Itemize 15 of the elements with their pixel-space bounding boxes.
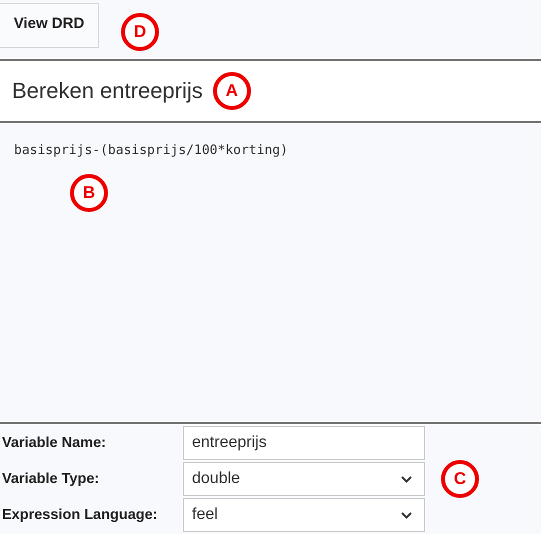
expression-text: basisprijs-(basisprijs/100*korting) [14, 143, 289, 158]
chevron-down-icon [401, 512, 412, 518]
decision-title: Bereken entreeprijs [12, 78, 203, 104]
view-drd-button[interactable]: View DRD [0, 3, 99, 48]
dropdown-field[interactable]: double [183, 462, 425, 496]
field-label: Variable Name: [2, 435, 107, 451]
callout-marker: B [70, 174, 108, 212]
callout-marker: A [212, 72, 251, 110]
field-label: Variable Type: [2, 471, 100, 487]
field-label: Expression Language: [2, 507, 159, 523]
callout-marker: C [441, 460, 479, 498]
chevron-down-icon [401, 476, 412, 482]
variable-name-field[interactable]: entreeprijs [183, 426, 425, 460]
dropdown-field[interactable]: feel [183, 498, 425, 532]
callout-marker: D [121, 13, 159, 51]
